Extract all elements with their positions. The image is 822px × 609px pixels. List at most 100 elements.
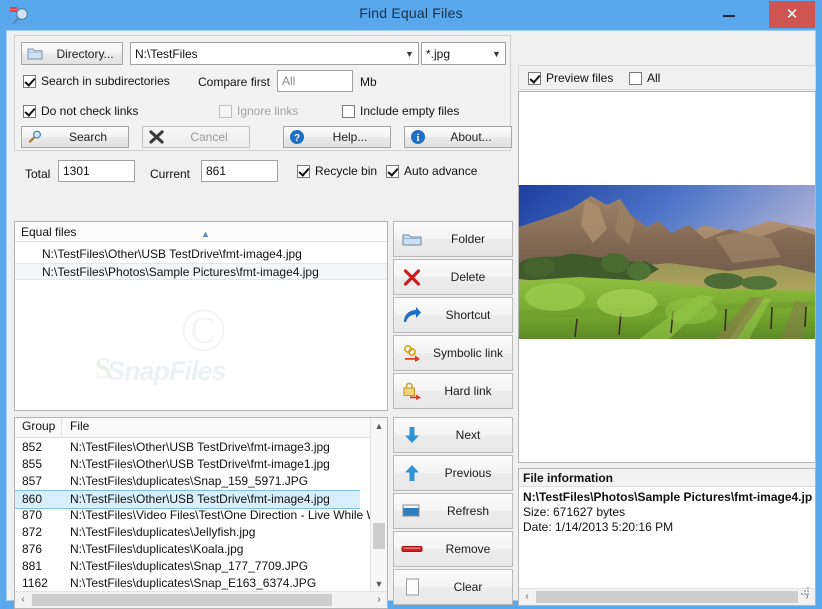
copyright-icon: ©: [180, 297, 228, 365]
column-header-file[interactable]: File: [70, 419, 89, 433]
total-label: Total: [25, 167, 51, 181]
refresh-button[interactable]: Refresh: [393, 493, 513, 529]
next-button[interactable]: Next: [393, 417, 513, 453]
cell-file: N:\TestFiles\duplicates\Koala.jpg: [70, 542, 244, 556]
red-x-icon: [394, 268, 430, 286]
cell-group: 881: [22, 559, 43, 573]
current-input[interactable]: 861: [201, 160, 278, 182]
mountain-vineyard-photo: [519, 185, 815, 339]
cell-group: 876: [22, 542, 43, 556]
preview-files-label: Preview files: [546, 71, 614, 85]
search-button[interactable]: Search: [21, 126, 129, 148]
shortcut-button[interactable]: Shortcut: [393, 297, 513, 333]
column-divider: [61, 418, 62, 437]
cell-group: 860: [22, 492, 43, 506]
folder-button[interactable]: Folder: [393, 221, 513, 257]
scroll-right-icon[interactable]: ›: [371, 592, 387, 608]
symbolic-link-icon: [394, 344, 430, 362]
title-bar: Find Equal Files ✕: [0, 0, 822, 30]
do-not-check-links-checkbox[interactable]: Do not check links: [23, 104, 138, 118]
hard-link-button[interactable]: Hard link: [393, 373, 513, 409]
cell-group: 1162: [22, 576, 48, 590]
arrow-down-icon: [394, 426, 430, 444]
cell-group: 870: [22, 508, 43, 522]
auto-advance-checkbox[interactable]: Auto advance: [386, 164, 477, 178]
info-circle-icon: i: [405, 129, 431, 145]
cell-group: 855: [22, 457, 43, 471]
do-not-check-links-label: Do not check links: [41, 104, 139, 118]
file-information-horizontal-scrollbar[interactable]: ‹ ›: [519, 588, 815, 605]
checkbox-box: [342, 104, 355, 118]
watermark-text: SnapFiles: [107, 356, 227, 386]
hard-link-button-label: Hard link: [444, 384, 492, 398]
checkbox-box: [23, 104, 36, 118]
magnifier-icon: [22, 130, 48, 144]
resize-grip[interactable]: [801, 587, 810, 596]
close-button[interactable]: ✕: [769, 1, 815, 28]
table-row[interactable]: 872 N:\TestFiles\duplicates\Jellyfish.jp…: [15, 524, 360, 541]
minimize-button[interactable]: [706, 0, 752, 29]
table-row[interactable]: 876 N:\TestFiles\duplicates\Koala.jpg: [15, 541, 360, 558]
equal-file-row[interactable]: N:\TestFiles\Other\USB TestDrive\fmt-ima…: [15, 246, 387, 263]
symbolic-link-button[interactable]: Symbolic link: [393, 335, 513, 371]
previous-button[interactable]: Previous: [393, 455, 513, 491]
hard-link-lock-icon: [394, 382, 430, 400]
compare-first-input[interactable]: All: [277, 70, 353, 92]
checkbox-box: [23, 74, 36, 88]
preview-image-panel[interactable]: [518, 91, 816, 463]
scroll-thumb[interactable]: [32, 594, 332, 606]
watermark-s: S: [95, 352, 112, 385]
sort-ascending-icon: ▲: [201, 229, 210, 239]
group-list-horizontal-scrollbar[interactable]: ‹ ›: [15, 591, 387, 608]
scroll-thumb[interactable]: [373, 523, 385, 549]
scroll-down-icon[interactable]: ▼: [371, 576, 387, 592]
file-mask-combo[interactable]: *.jpg ▼: [421, 42, 506, 65]
equal-file-row[interactable]: N:\TestFiles\Photos\Sample Pictures\fmt-…: [15, 263, 387, 280]
recycle-bin-checkbox[interactable]: Recycle bin: [297, 164, 377, 178]
preview-options-bar: Preview files All: [518, 65, 816, 90]
table-row[interactable]: 852 N:\TestFiles\Other\USB TestDrive\fmt…: [15, 439, 360, 456]
delete-button[interactable]: Delete: [393, 259, 513, 295]
folder-button-label: Folder: [450, 232, 485, 246]
total-input[interactable]: 1301: [58, 160, 135, 182]
blank-page-icon: [394, 578, 430, 596]
help-button[interactable]: ? Help...: [283, 126, 391, 148]
table-row[interactable]: 881 N:\TestFiles\duplicates\Snap_177_770…: [15, 558, 360, 575]
directory-path-value: N:\TestFiles: [135, 46, 198, 61]
file-information-header: File information: [519, 469, 815, 487]
directory-path-combo[interactable]: N:\TestFiles ▼: [130, 42, 419, 65]
column-header-group[interactable]: Group: [22, 419, 55, 433]
red-bar-icon: [394, 544, 430, 554]
file-info-size: Size: 671627 bytes: [523, 505, 626, 519]
search-subdirectories-checkbox[interactable]: Search in subdirectories: [23, 74, 170, 88]
scroll-up-icon[interactable]: ▲: [371, 418, 387, 434]
cell-file: N:\TestFiles\Other\USB TestDrive\fmt-ima…: [70, 457, 330, 471]
scroll-left-icon[interactable]: ‹: [519, 589, 535, 605]
checkbox-box: [528, 71, 541, 85]
clear-button[interactable]: Clear: [393, 569, 513, 605]
scroll-left-icon[interactable]: ‹: [15, 592, 31, 608]
about-button[interactable]: i About...: [404, 126, 512, 148]
ignore-links-checkbox: Ignore links: [219, 104, 298, 118]
table-row[interactable]: 855 N:\TestFiles\Other\USB TestDrive\fmt…: [15, 456, 360, 473]
cell-file: N:\TestFiles\Video Files\Test\One Direct…: [70, 508, 388, 522]
preview-files-checkbox[interactable]: Preview files: [528, 71, 613, 85]
question-circle-icon: ?: [284, 129, 310, 145]
x-mark-icon: [143, 130, 169, 144]
file-info-path: N:\TestFiles\Photos\Sample Pictures\fmt-…: [523, 490, 813, 504]
include-empty-files-checkbox[interactable]: Include empty files: [342, 104, 459, 118]
directory-button[interactable]: Directory...: [21, 42, 123, 65]
search-options-group: Directory... N:\TestFiles ▼ *.jpg ▼ Sear…: [14, 35, 512, 151]
about-button-label: About...: [450, 130, 492, 144]
scroll-thumb[interactable]: [536, 591, 798, 603]
all-checkbox[interactable]: All: [629, 71, 660, 85]
table-row[interactable]: 1162 N:\TestFiles\duplicates\Snap_E163_6…: [15, 575, 360, 592]
help-button-label: Help...: [332, 130, 368, 144]
minimize-icon: [723, 15, 735, 17]
group-list-vertical-scrollbar[interactable]: ▲ ▼: [370, 418, 387, 592]
table-row[interactable]: 857 N:\TestFiles\duplicates\Snap_159_597…: [15, 473, 360, 490]
table-row[interactable]: 870 N:\TestFiles\Video Files\Test\One Di…: [15, 507, 387, 524]
equal-files-header[interactable]: Equal files ▲: [15, 222, 387, 242]
cell-group: 857: [22, 474, 43, 488]
remove-button[interactable]: Remove: [393, 531, 513, 567]
